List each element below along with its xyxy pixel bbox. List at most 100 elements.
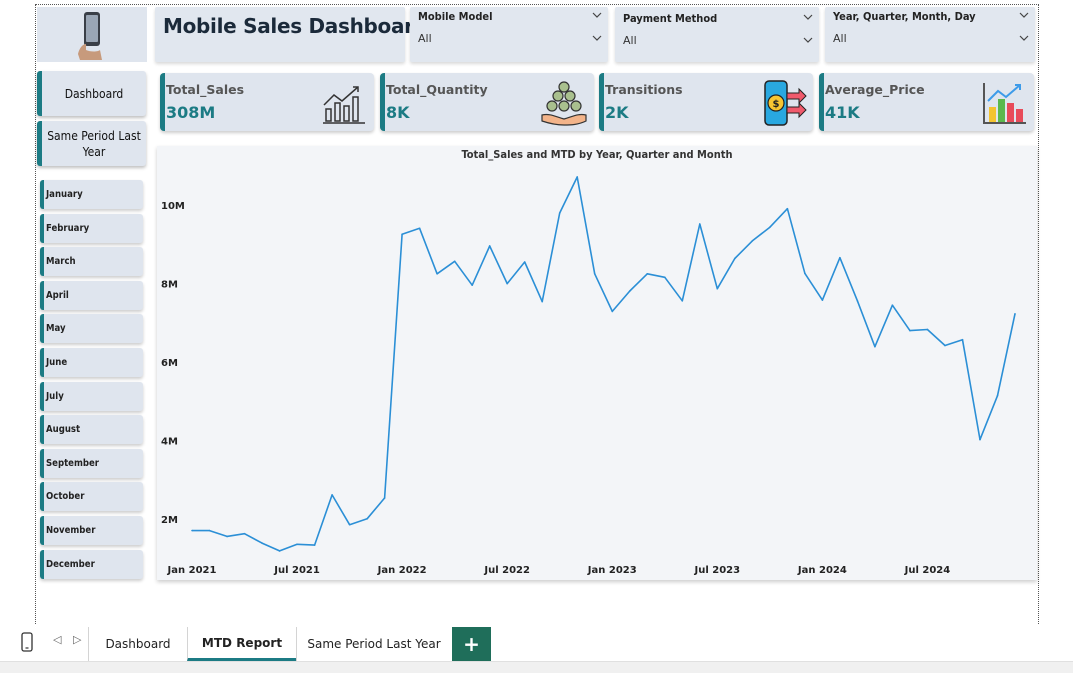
month-button-march[interactable]: March [40, 247, 143, 277]
data-point[interactable] [593, 273, 596, 275]
page-title: Mobile Sales Dashboard [163, 14, 428, 38]
data-point[interactable] [646, 273, 649, 275]
data-point[interactable] [366, 518, 368, 520]
data-point[interactable] [558, 212, 561, 214]
slicer-value[interactable]: All [418, 32, 432, 45]
month-button-april[interactable]: April [40, 280, 143, 310]
mobile-layout-icon[interactable] [20, 632, 34, 652]
slicer-label: Mobile Model [418, 10, 493, 23]
data-point[interactable] [979, 438, 981, 441]
data-point[interactable] [401, 233, 403, 236]
data-point[interactable] [436, 273, 438, 275]
chevron-down-icon[interactable] [803, 14, 813, 20]
data-point[interactable] [611, 310, 614, 313]
data-point[interactable] [628, 290, 631, 292]
next-page-icon[interactable]: ▷ [73, 633, 81, 646]
data-point[interactable] [348, 523, 351, 526]
month-button-december[interactable]: December [40, 549, 143, 579]
data-point[interactable] [734, 257, 736, 260]
month-button-february[interactable]: February [40, 213, 143, 243]
data-point[interactable] [1014, 312, 1016, 315]
prev-page-icon[interactable]: ◁ [53, 633, 61, 646]
tab-mtd-report[interactable]: MTD Report [187, 627, 296, 661]
data-point[interactable] [909, 329, 911, 332]
data-point[interactable] [488, 245, 491, 247]
slicer-payment-method[interactable]: Payment Method All [615, 7, 819, 62]
phone-transfer-icon: $ [764, 80, 807, 126]
month-button-september[interactable]: September [40, 448, 143, 478]
month-button-may[interactable]: May [40, 314, 143, 344]
y-tick-label: 6M [161, 358, 178, 369]
data-point[interactable] [296, 543, 298, 546]
kpi-value: 41K [825, 103, 860, 122]
month-button-june[interactable]: June [40, 348, 143, 377]
data-point[interactable] [821, 299, 824, 301]
data-point[interactable] [926, 328, 929, 331]
kpi-total-quantity: Total_Quantity 8K [380, 73, 594, 131]
x-tick-label: Jul 2022 [483, 565, 530, 576]
nav-dashboard-button[interactable]: Dashboard [37, 71, 146, 116]
x-tick-label: Jul 2024 [904, 565, 951, 576]
data-point[interactable] [471, 284, 473, 286]
data-point[interactable] [191, 529, 193, 532]
slicer-value[interactable]: All [623, 34, 637, 47]
data-point[interactable] [541, 300, 544, 303]
month-button-july[interactable]: July [40, 381, 143, 411]
x-tick-label: Jul 2021 [273, 565, 320, 576]
data-point[interactable] [226, 535, 228, 538]
data-point[interactable] [961, 338, 964, 341]
data-point[interactable] [996, 394, 999, 397]
data-point[interactable] [663, 276, 666, 279]
slicer-date-hierarchy[interactable]: Year, Quarter, Month, Day All [825, 7, 1035, 62]
data-point[interactable] [506, 282, 508, 285]
slicer-value[interactable]: All [833, 32, 847, 45]
month-button-august[interactable]: August [40, 415, 143, 445]
month-button-november[interactable]: November [40, 516, 143, 545]
data-point[interactable] [804, 272, 806, 275]
chevron-down-icon[interactable] [592, 35, 602, 41]
data-point[interactable] [891, 304, 894, 306]
data-point[interactable] [418, 227, 421, 230]
add-page-button[interactable]: + [452, 627, 491, 661]
kpi-label: Total_Quantity [386, 82, 488, 97]
data-point[interactable] [453, 260, 456, 263]
y-tick-label: 8M [161, 280, 178, 291]
data-point[interactable] [874, 345, 876, 348]
sales-series-line[interactable] [192, 176, 1016, 552]
data-point[interactable] [576, 176, 579, 178]
data-point[interactable] [331, 494, 333, 496]
tab-dashboard[interactable]: Dashboard [88, 627, 187, 661]
data-point[interactable] [786, 207, 789, 210]
month-button-october[interactable]: October [40, 482, 143, 512]
data-point[interactable] [681, 300, 684, 302]
chevron-down-icon[interactable] [592, 12, 602, 18]
kpi-transitions: Transitions 2K $ [599, 73, 813, 131]
data-point[interactable] [383, 497, 386, 499]
tab-same-period-last-year[interactable]: Same Period Last Year [296, 627, 451, 661]
kpi-average-price: Average_Price 41K [819, 73, 1034, 131]
chart-plot: 2M 4M 6M 8M 10M Jan 2021 Jul 2021 Jan 2022 Jul 2… [161, 176, 1016, 576]
month-button-january[interactable]: January [40, 180, 143, 209]
x-tick-label: Jan 2021 [167, 565, 217, 576]
data-point[interactable] [769, 226, 771, 228]
data-point[interactable] [699, 223, 701, 225]
data-point[interactable] [278, 550, 281, 552]
y-tick-label: 10M [161, 201, 185, 212]
data-point[interactable] [856, 300, 859, 302]
data-point[interactable] [716, 287, 719, 290]
data-point[interactable] [523, 261, 526, 263]
data-point[interactable] [751, 240, 754, 242]
x-tick-label: Jan 2022 [377, 565, 427, 576]
data-point[interactable] [261, 542, 263, 544]
slicer-mobile-model[interactable]: Mobile Model All [410, 7, 608, 62]
data-point[interactable] [839, 256, 841, 259]
data-point[interactable] [313, 544, 316, 546]
data-point[interactable] [208, 529, 211, 532]
chevron-down-icon[interactable] [1019, 35, 1029, 41]
chevron-down-icon[interactable] [1019, 12, 1029, 18]
y-tick-label: 2M [161, 515, 178, 526]
chevron-down-icon[interactable] [803, 37, 813, 43]
data-point[interactable] [243, 532, 246, 535]
nav-same-period-button[interactable]: Same Period Last Year [37, 121, 146, 166]
data-point[interactable] [944, 344, 946, 347]
